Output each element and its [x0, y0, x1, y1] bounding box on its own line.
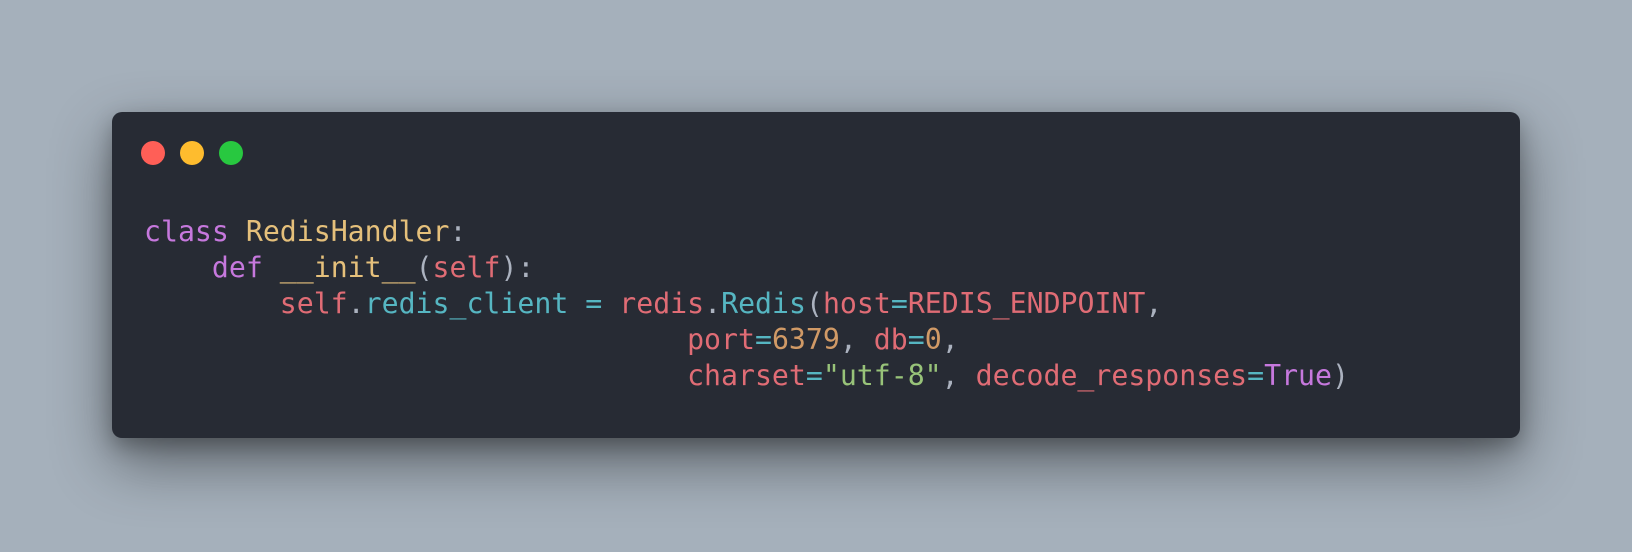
code-token: .	[704, 287, 722, 320]
code-token: True	[1264, 359, 1332, 392]
code-token: :	[449, 215, 467, 248]
window-controls	[141, 141, 243, 165]
code-token: REDIS_ENDPOINT	[907, 287, 1146, 320]
code-line: charset="utf-8", decode_responses=True)	[144, 358, 1349, 394]
code-token: ,	[1145, 287, 1163, 320]
code-token: =	[890, 287, 908, 320]
code-block: class RedisHandler: def __init__(self): …	[144, 214, 1349, 394]
code-line: self.redis_client = redis.Redis(host=RED…	[144, 286, 1349, 322]
code-token: port	[687, 323, 755, 356]
code-token: redis	[619, 287, 705, 320]
code-token: ,	[941, 359, 976, 392]
close-button[interactable]	[141, 141, 165, 165]
code-token: =	[907, 323, 925, 356]
code-token: "utf-8"	[822, 359, 942, 392]
code-token: 6379	[771, 323, 840, 356]
code-line: class RedisHandler:	[144, 214, 1349, 250]
zoom-button[interactable]	[219, 141, 243, 165]
code-token: (	[415, 251, 433, 284]
code-token: __init__	[279, 251, 416, 284]
code-line: port=6379, db=0,	[144, 322, 1349, 358]
code-token: (	[805, 287, 823, 320]
code-token: ,	[941, 323, 959, 356]
code-token: ):	[500, 251, 535, 284]
code-token: db	[873, 323, 908, 356]
code-token: .	[347, 287, 365, 320]
code-token: class	[144, 215, 229, 248]
code-token: charset	[687, 359, 806, 392]
code-token: =	[805, 359, 823, 392]
code-token: )	[1332, 359, 1349, 392]
code-token: host	[822, 287, 891, 320]
code-token: decode_responses	[975, 359, 1248, 392]
code-token: def	[211, 251, 263, 284]
code-line: def __init__(self):	[144, 250, 1349, 286]
code-token: Redis	[721, 287, 806, 320]
code-window: class RedisHandler: def __init__(self): …	[112, 112, 1520, 438]
code-token: =	[585, 287, 603, 320]
code-token: ,	[839, 323, 874, 356]
code-token: self	[279, 287, 348, 320]
code-token: 0	[924, 323, 942, 356]
code-token: =	[1247, 359, 1265, 392]
minimize-button[interactable]	[180, 141, 204, 165]
code-token: self	[432, 251, 501, 284]
code-token: redis_client	[364, 287, 569, 320]
code-token: =	[754, 323, 772, 356]
code-token: RedisHandler	[245, 215, 450, 248]
